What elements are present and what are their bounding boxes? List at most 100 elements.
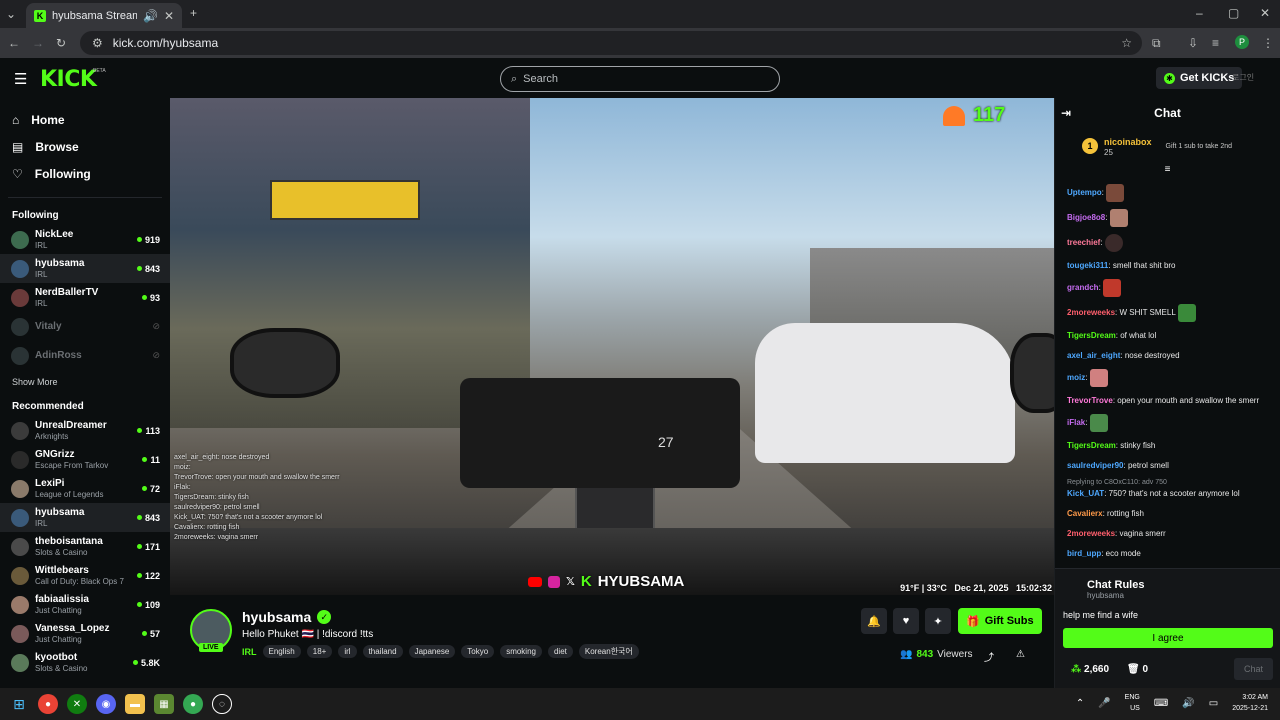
sidebar-channel[interactable]: kyootbot Slots & Casino 5.8K bbox=[0, 648, 170, 677]
chat-filter-icon[interactable]: ≡ bbox=[1055, 164, 1280, 176]
battery-icon[interactable]: ▭ bbox=[1209, 698, 1218, 709]
chat-username[interactable]: 2moreweeks bbox=[1067, 308, 1115, 317]
close-window-icon[interactable]: ✕ bbox=[1260, 6, 1270, 20]
tag[interactable]: diet bbox=[547, 645, 573, 658]
sidebar-channel[interactable]: Vitaly ⊘ bbox=[0, 312, 170, 341]
gift-balance[interactable]: 🗑 0 bbox=[1127, 664, 1148, 675]
chat-username[interactable]: saulredviper90 bbox=[1067, 461, 1123, 470]
chat-username[interactable]: iFlak bbox=[1067, 418, 1085, 427]
sidebar-channel[interactable]: theboisantana Slots & Casino 171 bbox=[0, 532, 170, 561]
tag[interactable]: Japanese bbox=[408, 645, 456, 658]
minimize-icon[interactable]: – bbox=[1196, 6, 1203, 20]
chat-username[interactable]: Cavalierx bbox=[1067, 509, 1103, 518]
tag[interactable]: Korean한국어 bbox=[578, 644, 639, 659]
sidebar-channel[interactable]: Wittlebears Call of Duty: Black Ops 7 122 bbox=[0, 561, 170, 590]
sidebar-channel[interactable]: hyubsama IRL 843 bbox=[0, 503, 170, 532]
chrome-active-icon[interactable]: ● bbox=[183, 694, 203, 714]
back-icon[interactable]: ← bbox=[8, 36, 20, 50]
nav-following[interactable]: ♡ Following bbox=[0, 160, 170, 187]
site-info-icon[interactable]: ⚙ bbox=[92, 36, 103, 50]
notification-bell-button[interactable]: 🔔 bbox=[861, 608, 887, 634]
tag[interactable]: irl bbox=[338, 645, 357, 658]
bookmark-star-icon[interactable]: ☆ bbox=[1121, 36, 1132, 50]
browser-tab[interactable]: K hyubsama Stream - Watch l 🔊 ✕ bbox=[26, 3, 182, 28]
file-explorer-icon[interactable]: ▬ bbox=[125, 694, 145, 714]
sidebar-channel[interactable]: AdinRoss ⊘ bbox=[0, 341, 170, 370]
browser-menu-icon[interactable]: ⋮ bbox=[1262, 36, 1274, 50]
tag[interactable]: Tokyo bbox=[461, 645, 495, 658]
agree-button[interactable]: I agree bbox=[1063, 628, 1273, 648]
sidebar-channel[interactable]: fabiaalissia Just Chatting 109 bbox=[0, 590, 170, 619]
profile-avatar[interactable]: P bbox=[1235, 35, 1249, 49]
reply-context[interactable]: Replying to C8OxC110: adv 750 bbox=[1067, 479, 1272, 486]
collapse-chat-icon[interactable]: ⇥ bbox=[1061, 106, 1071, 120]
share-icon[interactable]: ⤴ bbox=[984, 649, 994, 664]
network-icon[interactable]: ⌨ bbox=[1154, 698, 1168, 709]
media-control-icon[interactable]: ≡ bbox=[1212, 36, 1219, 50]
chat-username[interactable]: TrevorTrove bbox=[1067, 396, 1113, 405]
leader-gift-text[interactable]: Gift 1 sub to take 2nd bbox=[1166, 143, 1233, 150]
sidebar-channel[interactable]: LexiPi League of Legends 72 bbox=[0, 474, 170, 503]
mic-icon[interactable]: 🎤 bbox=[1098, 698, 1110, 709]
get-kicks-button[interactable]: ✱ Get KICKs bbox=[1156, 67, 1243, 89]
app-icon[interactable]: ◌ bbox=[212, 694, 232, 714]
hamburger-menu-icon[interactable]: ☰ bbox=[14, 70, 27, 88]
sidebar-channel[interactable]: Vanessa_Lopez Just Chatting 57 bbox=[0, 619, 170, 648]
chat-username[interactable]: moiz bbox=[1067, 373, 1085, 382]
xbox-icon[interactable]: ✕ bbox=[67, 694, 87, 714]
tag[interactable]: thailand bbox=[362, 645, 403, 658]
show-more-link[interactable]: Show More bbox=[0, 370, 170, 401]
follow-button[interactable]: ♥ bbox=[893, 608, 919, 634]
system-clock[interactable]: 3:02 AM 2025-12-21 bbox=[1232, 692, 1268, 714]
streamer-name[interactable]: hyubsama bbox=[242, 609, 311, 625]
leader-name[interactable]: nicoinabox bbox=[1104, 136, 1152, 148]
search-input[interactable]: ⌕ Search bbox=[500, 66, 780, 92]
chat-username[interactable]: Bigjoe8o8 bbox=[1067, 213, 1105, 222]
tray-chevron-icon[interactable]: ⌃ bbox=[1076, 698, 1084, 709]
kicks-balance[interactable]: ⁂ 2,660 bbox=[1071, 664, 1109, 675]
speaker-icon[interactable]: 🔊 bbox=[143, 9, 158, 23]
kick-logo[interactable]: KICK bbox=[40, 67, 97, 92]
sidebar-channel[interactable]: UnrealDreamer Arknights 113 bbox=[0, 416, 170, 445]
reload-icon[interactable]: ↻ bbox=[56, 36, 66, 50]
chat-username[interactable]: TigersDream bbox=[1067, 331, 1116, 340]
input-language[interactable]: ENG US bbox=[1125, 692, 1140, 714]
sidebar-channel[interactable]: GNGrizz Escape From Tarkov 11 bbox=[0, 445, 170, 474]
sidebar-channel[interactable]: hyubsama IRL 843 bbox=[0, 254, 170, 283]
forward-icon[interactable]: → bbox=[32, 36, 44, 50]
new-tab-icon[interactable]: + bbox=[190, 6, 197, 20]
chat-username[interactable]: grandch bbox=[1067, 283, 1099, 292]
url-field[interactable]: ⚙ kick.com/hyubsama ☆ bbox=[80, 31, 1142, 55]
chat-username[interactable]: bird_upp bbox=[1067, 549, 1101, 558]
nav-home[interactable]: ⌂ Home bbox=[0, 106, 170, 133]
category-link[interactable]: IRL bbox=[242, 647, 257, 657]
tab-list-icon[interactable]: ⌄ bbox=[6, 7, 16, 21]
video-player[interactable]: 27 117 axel_air_eight: nose destroyed mo… bbox=[170, 98, 1054, 595]
chat-username[interactable]: 2moreweeks bbox=[1067, 529, 1115, 538]
chat-username[interactable]: Kick_UAT bbox=[1067, 489, 1104, 498]
clip-button[interactable]: ✦ bbox=[925, 608, 951, 634]
chat-username[interactable]: TigersDream bbox=[1067, 441, 1116, 450]
send-chat-button[interactable]: Chat bbox=[1233, 658, 1273, 680]
tag[interactable]: smoking bbox=[500, 645, 542, 658]
chat-username[interactable]: tougeki311 bbox=[1067, 261, 1108, 270]
report-icon[interactable]: ⚠ bbox=[1016, 649, 1025, 660]
language-icon[interactable]: 로그인 bbox=[1232, 72, 1254, 83]
nav-browse[interactable]: ▤ Browse bbox=[0, 133, 170, 160]
chrome-icon[interactable]: ● bbox=[38, 694, 58, 714]
download-icon[interactable]: ⇩ bbox=[1188, 36, 1198, 50]
windows-start-icon[interactable]: ⊞ bbox=[9, 694, 29, 714]
gift-subs-button[interactable]: 🎁 Gift Subs bbox=[958, 608, 1042, 634]
chat-username[interactable]: Uptempo bbox=[1067, 188, 1102, 197]
extensions-icon[interactable]: ⧉ bbox=[1152, 36, 1161, 51]
maximize-icon[interactable]: ▢ bbox=[1228, 6, 1239, 20]
tag[interactable]: English bbox=[262, 645, 301, 658]
minecraft-icon[interactable]: ▦ bbox=[154, 694, 174, 714]
volume-icon[interactable]: 🔊 bbox=[1182, 698, 1194, 709]
tag[interactable]: 18+ bbox=[306, 645, 333, 658]
discord-icon[interactable]: ◉ bbox=[96, 694, 116, 714]
sidebar-channel[interactable]: NerdBallerTV IRL 93 bbox=[0, 283, 170, 312]
sidebar-channel[interactable]: NickLee IRL 919 bbox=[0, 225, 170, 254]
close-tab-icon[interactable]: ✕ bbox=[164, 9, 174, 23]
chat-username[interactable]: treechief bbox=[1067, 238, 1100, 247]
